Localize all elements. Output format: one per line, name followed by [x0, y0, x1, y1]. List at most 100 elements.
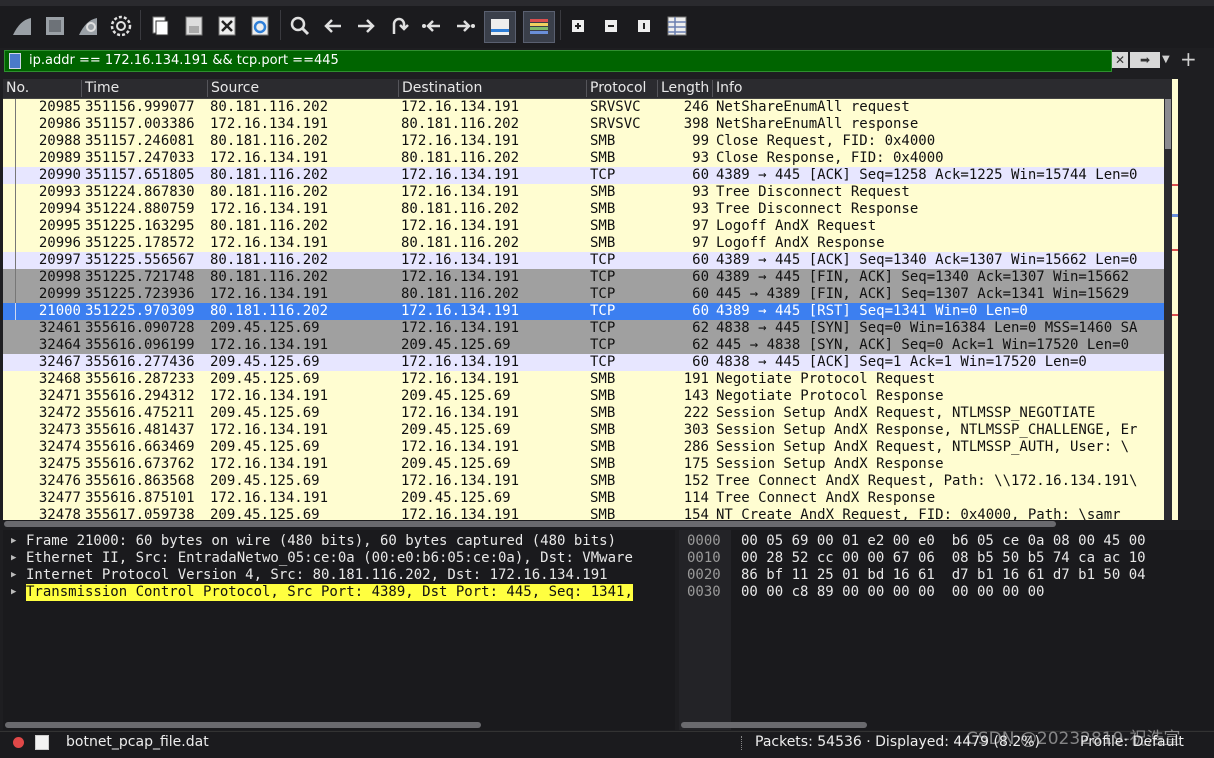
cell-len: 114	[683, 490, 709, 506]
reload-file-icon[interactable]	[246, 12, 274, 40]
table-row[interactable]: 20993 351224.867830 80.181.116.202 172.16.1…	[3, 184, 1164, 201]
clear-filter-icon[interactable]: ✕	[1112, 52, 1128, 68]
bookmark-icon[interactable]	[9, 53, 21, 69]
column-source[interactable]: Source	[207, 80, 398, 97]
open-file-icon[interactable]	[146, 12, 174, 40]
cell-len: 398	[683, 116, 709, 132]
expand-arrow-icon[interactable]: ▶	[11, 584, 16, 601]
back-arrow-icon[interactable]	[319, 12, 347, 40]
packet-list[interactable]: No. Time Source Destination Protocol Len…	[3, 79, 1164, 520]
cell-proto: TCP	[590, 303, 616, 319]
table-row[interactable]: 32475 355616.673762 172.16.134.191 209.45.1…	[3, 456, 1164, 473]
stop-square-icon[interactable]	[41, 12, 69, 40]
table-row[interactable]: 20990 351157.651805 80.181.116.202 172.16.1…	[3, 167, 1164, 184]
expert-info-icon[interactable]	[13, 737, 24, 748]
packet-list-scrollbar[interactable]	[1164, 79, 1172, 520]
table-row[interactable]: 20989 351157.247033 172.16.134.191 80.181.1…	[3, 150, 1164, 167]
forward-arrow-icon[interactable]	[352, 12, 380, 40]
detail-row-tcp[interactable]: ▶ Transmission Control Protocol, Src Por…	[3, 584, 675, 601]
cell-no: 32464	[38, 337, 81, 353]
table-row[interactable]: 32468 355616.287233 209.45.125.69 172.16.13…	[3, 371, 1164, 388]
gear-options-icon[interactable]	[107, 12, 135, 40]
packet-details-pane[interactable]: ▶ Frame 21000: 60 bytes on wire (480 bit…	[3, 530, 675, 730]
table-row[interactable]: 32478 355617.059738 209.45.125.69 172.16.13…	[3, 507, 1164, 520]
last-packet-icon[interactable]	[451, 12, 479, 40]
apply-filter-icon[interactable]: ➡	[1130, 52, 1160, 68]
chevron-down-icon[interactable]: ▼	[1162, 52, 1174, 68]
cell-no: 32471	[38, 388, 81, 404]
byte-hex-row[interactable]: 86 bf 11 25 01 bd 16 61 d7 b1 16 61 d7 b…	[741, 567, 1146, 584]
table-row[interactable]: 20996 351225.178572 172.16.134.191 80.181.1…	[3, 235, 1164, 252]
packet-bytes-pane[interactable]: 0000 00 05 69 00 01 e2 00 e0 b6 05 ce 0a…	[679, 530, 1214, 730]
table-row[interactable]: 32473 355616.481437 172.16.134.191 209.45.1…	[3, 422, 1164, 439]
table-row[interactable]: 20985 351156.999077 80.181.116.202 172.16.1…	[3, 99, 1164, 116]
table-row[interactable]: 20999 351225.723936 172.16.134.191 80.181.1…	[3, 286, 1164, 303]
table-row[interactable]: 20998 351225.721748 80.181.116.202 172.16.1…	[3, 269, 1164, 286]
table-row-selected[interactable]: 21000 351225.970309 80.181.116.202 172.16.1…	[3, 303, 1164, 320]
byte-hex-row[interactable]: 00 05 69 00 01 e2 00 e0 b6 05 ce 0a 08 0…	[741, 533, 1146, 550]
cell-no: 20996	[38, 235, 81, 251]
column-time[interactable]: Time	[81, 80, 207, 97]
resize-columns-icon[interactable]	[663, 12, 691, 40]
table-row[interactable]: 20995 351225.163295 80.181.116.202 172.16.1…	[3, 218, 1164, 235]
column-length[interactable]: Length	[657, 80, 712, 97]
cell-len: 246	[683, 99, 709, 115]
table-row[interactable]: 32472 355616.475211 209.45.125.69 172.16.13…	[3, 405, 1164, 422]
cell-src: 172.16.134.191	[210, 201, 329, 217]
table-row[interactable]: 32476 355616.863568 209.45.125.69 172.16.13…	[3, 473, 1164, 490]
detail-row-frame[interactable]: ▶ Frame 21000: 60 bytes on wire (480 bit…	[3, 533, 675, 550]
byte-hex-row[interactable]: 00 00 c8 89 00 00 00 00 00 00 00 00	[741, 584, 1044, 601]
cell-time: 351157.003386	[85, 116, 195, 132]
table-row[interactable]: 20986 351157.003386 172.16.134.191 80.181.1…	[3, 116, 1164, 133]
detail-row-ethernet[interactable]: ▶ Ethernet II, Src: EntradaNetwo_05:ce:0…	[3, 550, 675, 567]
column-info[interactable]: Info	[712, 80, 1164, 97]
cell-info: 4389 → 445 [ACK] Seq=1258 Ack=1225 Win=1…	[716, 167, 1138, 183]
expand-arrow-icon[interactable]: ▶	[11, 567, 16, 584]
cell-len: 152	[683, 473, 709, 489]
expand-arrow-icon[interactable]: ▶	[11, 533, 16, 550]
zoom-out-icon[interactable]	[597, 12, 625, 40]
colorize-icon[interactable]	[523, 11, 555, 43]
column-protocol[interactable]: Protocol	[586, 80, 657, 97]
details-hscrollbar[interactable]	[5, 722, 481, 728]
autoscroll-icon[interactable]	[484, 11, 516, 43]
normal-size-icon[interactable]	[630, 12, 658, 40]
table-row[interactable]: 20997 351225.556567 80.181.116.202 172.16.1…	[3, 252, 1164, 269]
capture-comment-icon[interactable]	[35, 735, 49, 750]
scrollbar-thumb[interactable]	[1165, 99, 1171, 149]
goto-packet-icon[interactable]	[385, 12, 413, 40]
table-row[interactable]: 32474 355616.663469 209.45.125.69 172.16.13…	[3, 439, 1164, 456]
byte-offset: 0010	[687, 550, 721, 566]
cell-src: 209.45.125.69	[210, 473, 320, 489]
column-destination[interactable]: Destination	[398, 80, 586, 97]
detail-row-ipv4[interactable]: ▶ Internet Protocol Version 4, Src: 80.1…	[3, 567, 675, 584]
cell-src: 172.16.134.191	[210, 422, 329, 438]
filter-expression[interactable]: ip.addr == 172.16.134.191 && tcp.port ==…	[29, 53, 339, 68]
shark-fin-start-icon[interactable]	[8, 12, 36, 40]
zoom-in-icon[interactable]	[564, 12, 592, 40]
table-row[interactable]: 32471 355616.294312 172.16.134.191 209.45.1…	[3, 388, 1164, 405]
byte-offset: 0030	[687, 584, 721, 600]
byte-hex-row[interactable]: 00 28 52 cc 00 00 67 06 08 b5 50 b5 74 c…	[741, 550, 1146, 567]
cell-src: 80.181.116.202	[210, 269, 329, 285]
shark-fin-restart-icon[interactable]	[74, 12, 102, 40]
packet-minimap[interactable]	[1172, 79, 1214, 520]
cell-src: 172.16.134.191	[210, 116, 329, 132]
table-row[interactable]: 32477 355616.875101 172.16.134.191 209.45.1…	[3, 490, 1164, 507]
table-row[interactable]: 20988 351157.246081 80.181.116.202 172.16.1…	[3, 133, 1164, 150]
table-row[interactable]: 32467 355616.277436 209.45.125.69 172.16.13…	[3, 354, 1164, 371]
table-row[interactable]: 32464 355616.096199 172.16.134.191 209.45.1…	[3, 337, 1164, 354]
expand-arrow-icon[interactable]: ▶	[11, 550, 16, 567]
column-no[interactable]: No.	[3, 80, 81, 97]
packet-list-hscrollbar[interactable]	[4, 521, 1056, 527]
close-file-icon[interactable]	[213, 12, 241, 40]
first-packet-icon[interactable]	[418, 12, 446, 40]
cell-len: 62	[692, 337, 709, 353]
table-row[interactable]: 20994 351224.880759 172.16.134.191 80.181.1…	[3, 201, 1164, 218]
search-icon[interactable]	[286, 12, 314, 40]
display-filter-input[interactable]: ip.addr == 172.16.134.191 && tcp.port ==…	[4, 50, 1112, 72]
save-file-icon[interactable]	[180, 12, 208, 40]
table-row[interactable]: 32461 355616.090728 209.45.125.69 172.16.13…	[3, 320, 1164, 337]
bytes-hscrollbar[interactable]	[681, 722, 867, 728]
add-filter-button-icon[interactable]: +	[1180, 47, 1197, 71]
